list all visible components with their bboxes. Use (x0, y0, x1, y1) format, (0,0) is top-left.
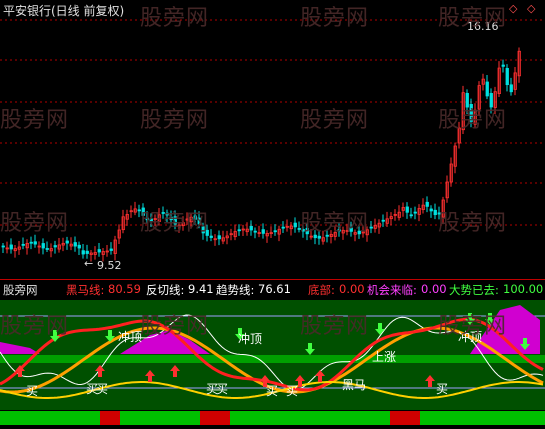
candle-body (9, 244, 13, 250)
candle-body (253, 230, 257, 233)
watermark: 股旁网 (0, 314, 70, 339)
candle-body (261, 229, 265, 234)
signal-buy-label: 买 (286, 384, 299, 398)
candlestick-chart[interactable] (0, 0, 545, 280)
candle-body (29, 241, 33, 244)
candle-body (505, 68, 509, 86)
signal-darkhorse-label: 黑马 (342, 378, 367, 392)
bottom-status-bar (420, 411, 545, 425)
bottom-status-bar (120, 411, 200, 425)
candle-body (249, 225, 253, 231)
bottom-status-bar (390, 411, 420, 425)
price-chart-panel[interactable]: 平安银行(日线 前复权) ◇ ◇ 16.16 ← 9.52 (0, 0, 545, 280)
candle-body (293, 222, 297, 228)
candle-body (381, 219, 385, 222)
candle-body (409, 214, 413, 217)
candle-body (209, 235, 213, 238)
candle-body (73, 242, 77, 247)
watermark: 股旁网 (140, 108, 210, 133)
candle-body (33, 241, 37, 245)
candle-body (81, 250, 85, 255)
indicator-chart[interactable] (0, 280, 545, 425)
signal-buy-label: 买 (96, 382, 109, 396)
watermark: 股旁网 (438, 211, 508, 236)
bottom-status-bar (0, 411, 100, 425)
candle-body (217, 235, 221, 240)
candle-body (413, 211, 417, 214)
signal-top-label: 冲顶 (118, 330, 143, 344)
candle-body (77, 244, 81, 249)
candle-body (509, 84, 513, 93)
watermark: 股旁网 (300, 211, 370, 236)
candle-body (485, 81, 489, 97)
candle-body (45, 248, 49, 250)
watermark: 股旁网 (438, 6, 508, 31)
watermark: 股旁网 (140, 211, 210, 236)
signal-buy-label: 买 (26, 384, 39, 398)
candle-body (109, 248, 113, 251)
low-price-label: 9.52 (97, 259, 122, 272)
signal-buy-label: 买 (436, 382, 449, 396)
watermark: 股旁网 (438, 314, 508, 339)
candle-body (97, 249, 101, 253)
watermark: 股旁网 (140, 314, 210, 339)
watermark: 股旁网 (300, 6, 370, 31)
signal-buy-label: 买 (266, 384, 279, 398)
watermark: 股旁网 (0, 211, 70, 236)
bottom-status-bar (200, 411, 230, 425)
candle-body (65, 240, 69, 244)
candle-body (433, 209, 437, 216)
watermark: 股旁网 (140, 6, 210, 31)
indicator-panel[interactable]: 冲顶 冲顶 冲顶 上涨 黑马 买 买 买 买 买 买 买 买 (0, 280, 545, 425)
candle-body (1, 245, 5, 248)
watermark: 股旁网 (300, 314, 370, 339)
candle-body (501, 64, 505, 67)
candle-body (237, 229, 241, 232)
candle-body (425, 201, 429, 207)
watermark: 股旁网 (438, 108, 508, 133)
signal-buy-label: 买 (216, 382, 229, 396)
candle-body (21, 243, 25, 246)
watermark: 股旁网 (0, 108, 70, 133)
candle-body (41, 243, 45, 249)
watermark: 股旁网 (300, 108, 370, 133)
candle-body (281, 226, 285, 229)
header-marker-icon: ◇ (509, 2, 518, 15)
candle-body (405, 206, 409, 213)
bottom-status-bar (100, 411, 120, 425)
candle-body (53, 245, 57, 248)
candle-body (273, 230, 277, 233)
header-marker-icon: ◇ (527, 2, 536, 15)
candle-body (429, 208, 433, 212)
candle-body (369, 226, 373, 229)
low-arrow: ← (84, 257, 94, 270)
chart-title: 平安银行(日线 前复权) (3, 4, 125, 18)
candle-body (85, 250, 89, 254)
bottom-status-bar (230, 411, 390, 425)
signal-top-label: 冲顶 (238, 332, 263, 346)
signal-rise-label: 上涨 (372, 350, 397, 364)
